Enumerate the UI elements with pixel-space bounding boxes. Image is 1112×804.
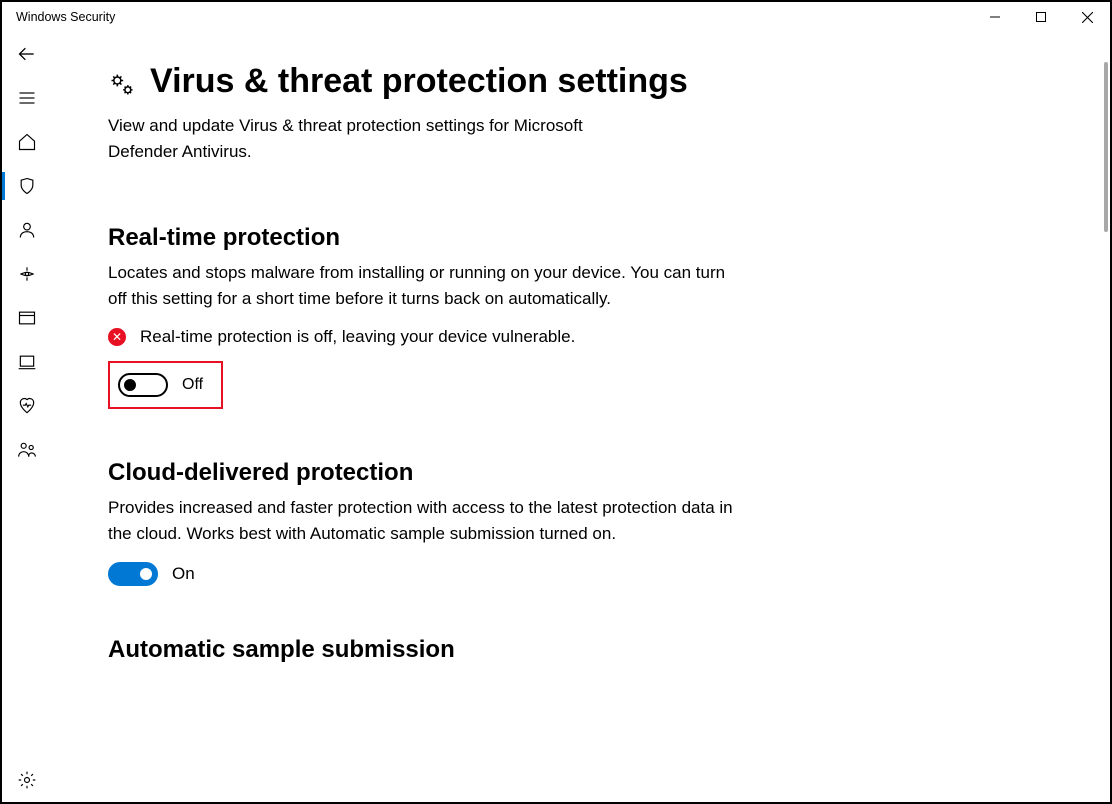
sidebar	[2, 32, 52, 802]
sidebar-item-firewall[interactable]	[2, 252, 52, 296]
section-realtime: Real-time protection Locates and stops m…	[108, 224, 738, 409]
page-description: View and update Virus & threat protectio…	[108, 113, 648, 164]
maximize-button[interactable]	[1018, 2, 1064, 32]
sidebar-item-device-health[interactable]	[2, 384, 52, 428]
sidebar-item-account[interactable]	[2, 208, 52, 252]
settings-gears-icon	[108, 70, 136, 98]
cloud-toggle-row: On	[108, 562, 738, 586]
realtime-toggle-highlight: Off	[108, 361, 223, 409]
section-autosample: Automatic sample submission	[108, 636, 738, 664]
realtime-description: Locates and stops malware from installin…	[108, 260, 738, 311]
page-title: Virus & threat protection settings	[150, 62, 688, 101]
close-button[interactable]	[1064, 2, 1110, 32]
titlebar: Windows Security	[2, 2, 1110, 32]
window-title: Windows Security	[16, 10, 115, 24]
error-icon: ✕	[108, 328, 126, 346]
sidebar-item-device-security[interactable]	[2, 340, 52, 384]
realtime-warning-text: Real-time protection is off, leaving you…	[140, 327, 575, 347]
sidebar-item-home[interactable]	[2, 120, 52, 164]
cloud-toggle-label: On	[172, 564, 195, 584]
sidebar-item-family[interactable]	[2, 428, 52, 472]
content-area: Virus & threat protection settings View …	[52, 32, 1110, 802]
section-cloud: Cloud-delivered protection Provides incr…	[108, 459, 738, 586]
realtime-heading: Real-time protection	[108, 224, 738, 252]
minimize-button[interactable]	[972, 2, 1018, 32]
autosample-heading: Automatic sample submission	[108, 636, 738, 664]
sidebar-item-virus-threat[interactable]	[2, 164, 52, 208]
page-header: Virus & threat protection settings	[108, 62, 1054, 101]
realtime-toggle[interactable]	[118, 373, 168, 397]
sidebar-item-app-browser[interactable]	[2, 296, 52, 340]
realtime-toggle-label: Off	[182, 376, 203, 394]
realtime-warning-row: ✕ Real-time protection is off, leaving y…	[108, 327, 738, 347]
vertical-scrollbar[interactable]	[1104, 62, 1108, 232]
cloud-description: Provides increased and faster protection…	[108, 495, 738, 546]
back-button[interactable]	[2, 32, 52, 76]
cloud-toggle[interactable]	[108, 562, 158, 586]
hamburger-menu[interactable]	[2, 76, 52, 120]
sidebar-item-settings[interactable]	[2, 758, 52, 802]
window-controls	[972, 2, 1110, 32]
cloud-heading: Cloud-delivered protection	[108, 459, 738, 487]
